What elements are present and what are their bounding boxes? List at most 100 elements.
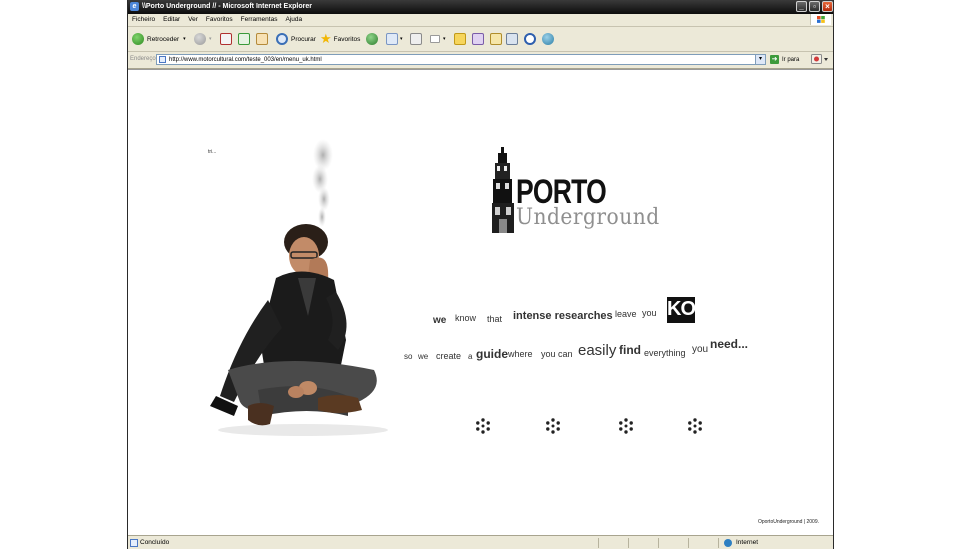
search-icon (276, 33, 288, 45)
forward-dropdown-icon[interactable]: ▾ (209, 36, 212, 42)
menu-ficheiro[interactable]: Ficheiro (128, 14, 159, 26)
menu-ajuda[interactable]: Ajuda (281, 14, 306, 26)
messenger-icon (472, 33, 484, 45)
research-button[interactable] (490, 31, 502, 47)
favorites-label: Favoritos (333, 35, 361, 43)
tagline-word: we (433, 315, 447, 326)
maximize-button[interactable]: ▫ (809, 1, 820, 12)
home-button[interactable] (256, 31, 268, 47)
minimize-button[interactable]: _ (796, 1, 807, 12)
forward-button[interactable]: ▾ (194, 31, 212, 47)
mail-icon (386, 33, 398, 45)
tagline-word: leave (615, 309, 637, 319)
history-icon (366, 33, 378, 45)
tagline-word: intense researches (513, 310, 613, 322)
tool-icon (506, 33, 518, 45)
status-divider (628, 538, 629, 548)
menu-ferramentas[interactable]: Ferramentas (237, 14, 282, 26)
menu-bar: Ficheiro Editar Ver Favoritos Ferramentas Aju… (128, 14, 833, 27)
ie-logo-icon: e (130, 2, 139, 11)
messenger-button[interactable] (472, 31, 484, 47)
tagline-word: a (468, 352, 473, 361)
print-button[interactable] (410, 31, 422, 47)
edit-button[interactable]: ▾ (430, 31, 446, 47)
menu-favoritos[interactable]: Favoritos (202, 14, 237, 26)
extra-toolbar-button[interactable] (811, 54, 829, 67)
status-divider (598, 538, 599, 548)
search-label: Procurar (291, 35, 316, 43)
page-icon (159, 56, 166, 63)
status-divider (718, 538, 719, 548)
forward-arrow-icon (194, 33, 206, 45)
browser-window: e \\Porto Underground // - Microsoft Int… (127, 0, 834, 549)
mail-dropdown-icon[interactable]: ▾ (400, 36, 403, 42)
tagline-word: guide (476, 347, 508, 361)
internet-globe-icon (724, 539, 732, 547)
smoke-image (312, 139, 333, 227)
breadcrumb: tri... (208, 149, 217, 155)
tagline-word: everything (644, 348, 686, 358)
tagline-word: you (692, 344, 709, 355)
status-bar: Concluído Internet (128, 535, 833, 549)
thinking-man-image (210, 224, 388, 436)
status-divider (688, 538, 689, 548)
address-bar: Endereço http://www.motorcultural.com/te… (128, 52, 833, 69)
links-icon (811, 54, 828, 64)
tool-button-1[interactable] (506, 31, 518, 47)
page-status-icon (130, 539, 138, 547)
network-icon (542, 33, 554, 45)
stop-button[interactable] (220, 31, 232, 47)
edit-page-icon (430, 35, 440, 43)
back-dropdown-icon[interactable]: ▾ (183, 36, 186, 42)
status-divider (658, 538, 659, 548)
go-button[interactable]: ➜ Ir para (770, 55, 799, 64)
favorites-star-icon: ★ (320, 31, 332, 46)
favorites-button[interactable]: ★ Favoritos (320, 31, 360, 47)
tagline-word: need... (710, 337, 749, 351)
tagline-word: create (436, 351, 462, 361)
back-arrow-icon (132, 33, 144, 45)
windows-flag-icon (817, 16, 825, 23)
go-arrow-icon: ➜ (770, 55, 779, 64)
history-button[interactable] (366, 31, 378, 47)
nav-dots-icon-3[interactable] (617, 417, 635, 435)
stop-icon (220, 33, 232, 45)
porto-underground-logo: PORTO Underground (488, 145, 698, 240)
tool-button-2[interactable] (524, 31, 536, 47)
edit-dropdown-icon[interactable]: ▾ (443, 36, 446, 42)
title-bar[interactable]: e \\Porto Underground // - Microsoft Int… (128, 0, 833, 14)
menu-ver[interactable]: Ver (184, 14, 202, 26)
tagline-word: we (418, 352, 429, 361)
refresh-icon (238, 33, 250, 45)
page-content: tri... PORTO Underground we know that in… (128, 69, 833, 536)
tagline-word: you (642, 308, 657, 318)
tagline-word: so (404, 352, 413, 361)
folder-icon (454, 33, 466, 45)
address-url: http://www.motorcultural.com/teste_003/e… (169, 57, 322, 63)
nav-dots-icon-1[interactable] (474, 417, 492, 435)
tool-button-3[interactable] (542, 31, 554, 47)
nav-dots-icon-2[interactable] (544, 417, 562, 435)
home-icon (256, 33, 268, 45)
logo-porto-text: PORTO (516, 173, 607, 211)
folder-button[interactable] (454, 31, 466, 47)
tagline-word: find (619, 343, 641, 357)
copyright-text: OportoUnderground | 2009. (757, 519, 819, 525)
mail-button[interactable]: ▾ (386, 31, 403, 47)
address-dropdown-icon[interactable]: ▾ (755, 55, 765, 64)
back-button[interactable]: Retroceder ▾ (132, 31, 186, 47)
standard-toolbar: Retroceder ▾ ▾ Procurar ★ Favoritos ▾ ▾ (128, 27, 833, 52)
print-icon (410, 33, 422, 45)
logo-underground-text: Underground (516, 205, 660, 230)
go-label: Ir para (782, 56, 800, 63)
tagline-word: easily (578, 342, 617, 359)
menu-editar[interactable]: Editar (159, 14, 184, 26)
close-button[interactable]: × (822, 1, 833, 12)
compass-icon (524, 33, 536, 45)
search-button[interactable]: Procurar (276, 31, 316, 47)
refresh-button[interactable] (238, 31, 250, 47)
address-input[interactable]: http://www.motorcultural.com/teste_003/e… (156, 54, 766, 65)
navigation-dots (128, 417, 828, 437)
research-icon (490, 33, 502, 45)
nav-dots-icon-4[interactable] (686, 417, 704, 435)
